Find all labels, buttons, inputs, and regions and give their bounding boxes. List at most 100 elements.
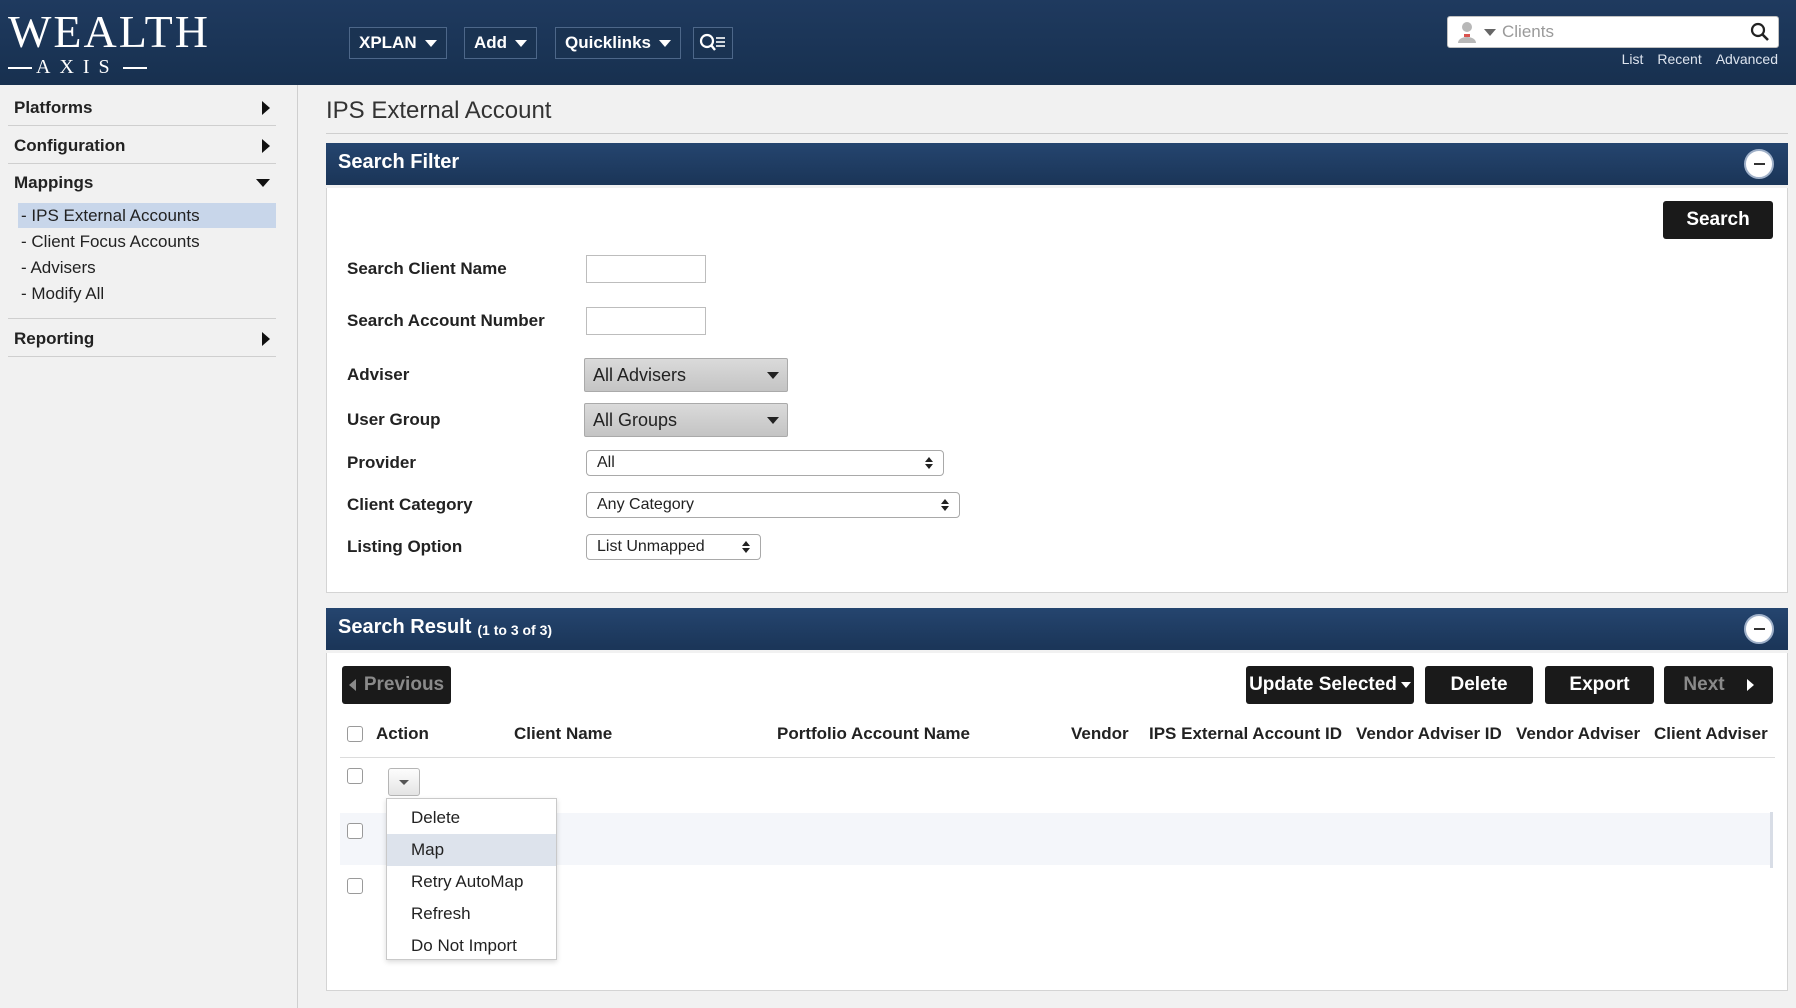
- client-category-selected-value: Any Category: [597, 496, 694, 513]
- column-header-vendor-adviser[interactable]: Vendor Adviser: [1516, 724, 1640, 744]
- sidebar-item-advisers[interactable]: - Advisers: [18, 255, 276, 280]
- search-filter-header: Search Filter: [326, 143, 1788, 185]
- provider-selected-value: All: [597, 454, 615, 471]
- chevron-right-icon: [1746, 679, 1754, 691]
- search-recent-link[interactable]: Recent: [1657, 51, 1701, 67]
- client-search-box[interactable]: Clients: [1447, 16, 1779, 48]
- column-header-portfolio-account-name[interactable]: Portfolio Account Name: [777, 724, 970, 744]
- column-header-vendor[interactable]: Vendor: [1071, 724, 1129, 744]
- next-button[interactable]: Next: [1664, 666, 1773, 704]
- menu-item-do-not-import[interactable]: Do Not Import: [387, 930, 556, 962]
- logo-wordmark: WEALTH: [8, 6, 210, 57]
- sidebar-item-client-focus-accounts[interactable]: - Client Focus Accounts: [18, 229, 276, 254]
- search-advanced-link[interactable]: Advanced: [1716, 51, 1778, 67]
- listing-option-select[interactable]: List Unmapped: [586, 534, 761, 560]
- row-action-menu: Delete Map Retry AutoMap Refresh Do Not …: [386, 798, 557, 960]
- sidebar-section-configuration[interactable]: Configuration: [8, 128, 276, 164]
- menu-item-retry-automap[interactable]: Retry AutoMap: [387, 866, 556, 898]
- label-search-account-number: Search Account Number: [347, 311, 545, 330]
- collapse-filter-button[interactable]: [1744, 149, 1774, 179]
- column-header-action: Action: [376, 724, 429, 743]
- select-arrows-icon: [925, 457, 933, 469]
- chevron-right-icon: [262, 100, 270, 115]
- label-search-client-name: Search Client Name: [347, 259, 507, 278]
- previous-button[interactable]: Previous: [342, 666, 451, 704]
- label-adviser: Adviser: [347, 365, 410, 384]
- menu-item-map[interactable]: Map: [387, 834, 556, 866]
- nav-add-button[interactable]: Add: [464, 27, 538, 59]
- chevron-right-icon: [262, 138, 270, 153]
- sidebar-section-reporting[interactable]: Reporting: [8, 321, 276, 357]
- search-filter-body: [326, 188, 1788, 593]
- sidebar-section-mappings[interactable]: Mappings: [8, 165, 276, 201]
- nav-xplan-button[interactable]: XPLAN: [349, 27, 447, 59]
- column-header-client-adviser[interactable]: Client Adviser: [1654, 724, 1768, 744]
- chevron-down-icon: [424, 39, 437, 47]
- table-header-divider: [340, 757, 1775, 758]
- menu-item-delete[interactable]: Delete: [387, 802, 556, 834]
- chevron-down-icon: [658, 39, 671, 47]
- quick-search-button[interactable]: [693, 27, 733, 59]
- nav-add-label: Add: [474, 33, 508, 52]
- sidebar: Platforms Configuration Mappings - IPS E…: [0, 85, 298, 1008]
- nav-quicklinks-label: Quicklinks: [565, 33, 651, 52]
- chevron-down-icon: [515, 39, 528, 47]
- nav-xplan-label: XPLAN: [359, 33, 417, 52]
- chevron-down-icon: [256, 179, 270, 187]
- wealth-axis-logo[interactable]: WEALTH AXIS: [8, 6, 210, 80]
- user-icon[interactable]: [1456, 20, 1478, 44]
- client-category-select[interactable]: Any Category: [586, 492, 960, 518]
- search-icon[interactable]: [1750, 22, 1770, 42]
- account-number-input[interactable]: [586, 307, 706, 335]
- chevron-down-icon: [1400, 682, 1411, 688]
- chevron-right-icon: [262, 331, 270, 346]
- client-name-input[interactable]: [586, 255, 706, 283]
- column-header-vendor-adviser-id[interactable]: Vendor Adviser ID: [1356, 724, 1502, 744]
- select-arrows-icon: [742, 541, 750, 553]
- nav-quicklinks-button[interactable]: Quicklinks: [555, 27, 681, 59]
- sidebar-item-ips-external-accounts[interactable]: - IPS External Accounts: [18, 203, 276, 228]
- update-selected-button[interactable]: Update Selected: [1246, 666, 1414, 704]
- export-button[interactable]: Export: [1545, 666, 1654, 704]
- minus-icon: [1753, 628, 1765, 630]
- collapse-results-button[interactable]: [1744, 614, 1774, 644]
- result-count: (1 to 3 of 3): [477, 621, 553, 638]
- logo-subtitle: AXIS: [8, 56, 208, 79]
- chevron-down-icon: [399, 779, 409, 785]
- adviser-selected-value: All Advisers: [593, 364, 687, 385]
- minus-icon: [1753, 163, 1765, 165]
- label-listing-option: Listing Option: [347, 537, 463, 556]
- top-header: WEALTH AXIS XPLAN Add Quicklinks Clients: [0, 0, 1796, 85]
- search-filter-title: Search Filter: [338, 151, 460, 173]
- row-2-checkbox[interactable]: [347, 823, 363, 839]
- user-group-dropdown[interactable]: All Groups: [584, 403, 788, 437]
- search-result-title: Search Result: [338, 616, 472, 638]
- delete-button[interactable]: Delete: [1425, 666, 1533, 704]
- row-1-checkbox[interactable]: [347, 768, 363, 784]
- row-action-dropdown-button[interactable]: [388, 768, 420, 796]
- search-result-header: Search Result (1 to 3 of 3): [326, 608, 1788, 650]
- search-list-link[interactable]: List: [1622, 51, 1644, 67]
- scrollbar[interactable]: [1770, 812, 1773, 868]
- row-3-checkbox[interactable]: [347, 878, 363, 894]
- select-arrows-icon: [941, 499, 949, 511]
- search-button[interactable]: Search: [1663, 201, 1773, 239]
- search-list-icon: [699, 33, 725, 51]
- label-user-group: User Group: [347, 410, 441, 429]
- chevron-down-icon[interactable]: [1484, 28, 1496, 36]
- title-divider: [326, 133, 1788, 134]
- page-title: IPS External Account: [326, 97, 552, 124]
- sidebar-item-modify-all[interactable]: - Modify All: [18, 281, 276, 306]
- menu-item-refresh[interactable]: Refresh: [387, 898, 556, 930]
- column-header-client-name[interactable]: Client Name: [514, 724, 612, 744]
- adviser-dropdown[interactable]: All Advisers: [584, 358, 788, 392]
- provider-select[interactable]: All: [586, 450, 944, 476]
- search-links: List Recent Advanced: [1622, 51, 1778, 67]
- chevron-left-icon: [348, 679, 356, 691]
- client-search-input[interactable]: Clients: [1502, 22, 1744, 42]
- listing-option-selected-value: List Unmapped: [597, 538, 705, 555]
- column-header-ips-external-account-id[interactable]: IPS External Account ID: [1149, 724, 1342, 744]
- sidebar-section-platforms[interactable]: Platforms: [8, 90, 276, 126]
- select-all-checkbox[interactable]: [347, 726, 363, 742]
- chevron-down-icon: [767, 371, 779, 379]
